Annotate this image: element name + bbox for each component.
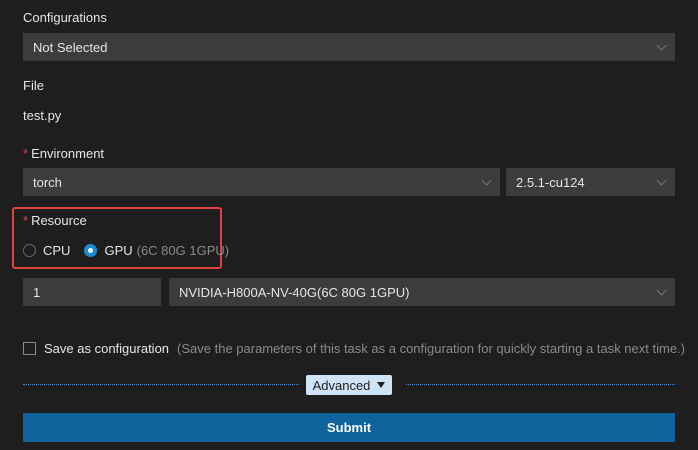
resource-option-label: CPU <box>43 243 71 258</box>
resource-spec-value: NVIDIA-H800A-NV-40G(6C 80G 1GPU) <box>179 284 410 300</box>
file-label: File <box>23 78 44 93</box>
resource-option-gpu[interactable]: GPU (6C 80G 1GPU) <box>84 243 229 258</box>
required-mark: * <box>23 146 29 161</box>
save-config-label: Save as configuration <box>44 341 170 356</box>
required-mark: * <box>23 213 29 228</box>
resource-count-value: 1 <box>33 284 41 300</box>
resource-label-text: Resource <box>31 213 87 228</box>
advanced-button[interactable]: Advanced <box>306 375 392 395</box>
environment-label: * Environment <box>23 146 104 161</box>
save-config-hint: (Save the parameters of this task as a c… <box>177 341 685 356</box>
environment-version-select[interactable]: 2.5.1-cu124 <box>506 168 675 196</box>
resource-option-detail: (6C 80G 1GPU) <box>136 243 230 258</box>
resource-option-label: GPU <box>104 243 133 258</box>
environment-framework-select[interactable]: torch <box>23 168 500 196</box>
environment-version-value: 2.5.1-cu124 <box>516 174 585 190</box>
resource-label: * Resource <box>23 213 87 228</box>
chevron-down-icon <box>656 40 667 51</box>
advanced-label: Advanced <box>312 377 371 393</box>
chevron-down-icon <box>481 175 492 186</box>
resource-radio-group: CPU GPU (6C 80G 1GPU) <box>23 243 243 258</box>
resource-option-cpu[interactable]: CPU <box>23 243 70 258</box>
radio-unchecked-icon <box>23 244 36 257</box>
configurations-select[interactable]: Not Selected <box>23 33 675 61</box>
save-config-row: Save as configuration (Save the paramete… <box>23 341 685 356</box>
radio-checked-icon <box>84 244 98 257</box>
chevron-down-icon <box>656 175 667 186</box>
submit-label: Submit <box>326 420 372 435</box>
file-value: test.py <box>23 108 62 123</box>
caret-down-icon <box>377 382 386 388</box>
environment-label-text: Environment <box>31 146 105 161</box>
resource-count-input[interactable]: 1 <box>23 278 161 306</box>
submit-button[interactable]: Submit <box>23 413 675 442</box>
divider-right <box>406 384 675 385</box>
chevron-down-icon <box>656 285 667 296</box>
configurations-label: Configurations <box>23 10 107 25</box>
environment-framework-value: torch <box>33 174 62 190</box>
task-form: Configurations Not Selected File test.py… <box>0 0 698 450</box>
resource-spec-select[interactable]: NVIDIA-H800A-NV-40G(6C 80G 1GPU) <box>169 278 675 306</box>
divider-left <box>23 384 299 385</box>
configurations-value: Not Selected <box>33 39 108 55</box>
save-config-checkbox[interactable] <box>23 342 36 355</box>
